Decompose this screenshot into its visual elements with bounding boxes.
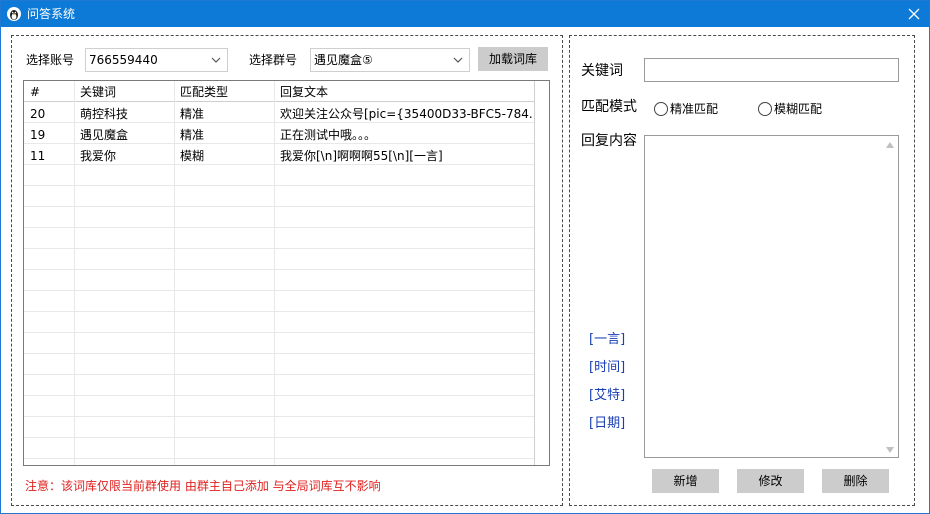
title-bar[interactable]: 问答系统 — [1, 1, 929, 27]
row-match-type: 模糊 — [180, 149, 205, 163]
row-divider — [24, 185, 534, 186]
row-divider — [24, 269, 534, 270]
chevron-down-icon — [211, 57, 221, 63]
row-divider — [24, 206, 534, 207]
row-keyword: 我爱你 — [80, 149, 117, 163]
row-match-type: 精准 — [180, 128, 205, 142]
insert-mention-link[interactable]: [艾特] — [589, 387, 625, 405]
row-divider — [24, 311, 534, 312]
account-select-value: 766559440 — [89, 53, 158, 67]
edit-button[interactable]: 修改 — [737, 469, 804, 493]
scroll-up-icon[interactable] — [886, 142, 894, 148]
column-divider — [274, 81, 275, 465]
column-header-keyword[interactable]: 关键词 — [80, 84, 116, 100]
keyword-table[interactable]: # 关键词 匹配类型 回复文本 20 萌控科技 精准 欢迎关注公众号[pic={… — [23, 80, 550, 466]
row-reply-text: 我爱你[\n]啊啊啊55[\n][一言] — [280, 149, 443, 163]
row-divider — [24, 290, 534, 291]
row-divider — [24, 395, 534, 396]
insert-yiyan-link[interactable]: [一言] — [589, 331, 625, 349]
row-divider — [24, 248, 534, 249]
window-title: 问答系统 — [27, 7, 76, 21]
radio-fuzzy[interactable] — [758, 102, 772, 116]
chevron-down-icon — [453, 57, 463, 63]
row-divider — [24, 416, 534, 417]
account-select[interactable]: 766559440 — [85, 48, 228, 72]
radio-exact-label[interactable]: 精准匹配 — [670, 101, 718, 117]
header-divider — [24, 101, 534, 102]
keyword-label: 关键词 — [581, 63, 623, 79]
match-mode-label: 匹配模式 — [581, 99, 637, 115]
row-divider — [24, 164, 534, 165]
reply-content-label: 回复内容 — [581, 133, 637, 149]
scroll-down-icon[interactable] — [886, 447, 894, 453]
column-divider — [534, 81, 535, 465]
row-divider — [24, 374, 534, 375]
radio-fuzzy-label[interactable]: 模糊匹配 — [774, 101, 822, 117]
add-button[interactable]: 新增 — [652, 469, 719, 493]
row-divider — [24, 143, 534, 144]
row-divider — [24, 332, 534, 333]
notice-text: 注意：该词库仅限当前群使用 由群主自己添加 与全局词库互不影响 — [25, 479, 381, 493]
row-reply-text: 欢迎关注公众号[pic={35400D33-BFC5-784... — [280, 107, 532, 121]
group-label: 选择群号 — [249, 53, 298, 67]
radio-exact[interactable] — [654, 102, 668, 116]
row-reply-text: 正在测试中哦。。。 — [280, 128, 377, 142]
app-penguin-icon — [7, 7, 21, 21]
insert-time-link[interactable]: [时间] — [589, 359, 625, 377]
close-icon[interactable] — [899, 1, 929, 27]
delete-button[interactable]: 删除 — [822, 469, 889, 493]
row-divider — [24, 437, 534, 438]
row-divider — [24, 122, 534, 123]
load-library-button[interactable]: 加载词库 — [478, 47, 548, 71]
row-divider — [24, 227, 534, 228]
row-index: 19 — [30, 128, 46, 142]
column-divider — [74, 81, 75, 465]
column-header-reply-text[interactable]: 回复文本 — [280, 84, 328, 100]
insert-date-link[interactable]: [日期] — [589, 415, 625, 433]
column-divider — [174, 81, 175, 465]
reply-content-textarea[interactable] — [644, 135, 899, 458]
row-match-type: 精准 — [180, 107, 205, 121]
row-index: 20 — [30, 107, 46, 121]
row-divider — [24, 353, 534, 354]
group-select[interactable]: 遇见魔盒⑤ — [310, 48, 470, 72]
row-divider — [24, 458, 534, 459]
column-header-match-type[interactable]: 匹配类型 — [180, 84, 228, 100]
row-keyword: 萌控科技 — [80, 107, 129, 121]
account-label: 选择账号 — [26, 53, 75, 67]
group-select-value: 遇见魔盒⑤ — [314, 53, 373, 67]
column-header-index[interactable]: # — [30, 84, 40, 100]
row-keyword: 遇见魔盒 — [80, 128, 129, 142]
row-index: 11 — [30, 149, 46, 163]
keyword-input[interactable] — [644, 58, 899, 82]
